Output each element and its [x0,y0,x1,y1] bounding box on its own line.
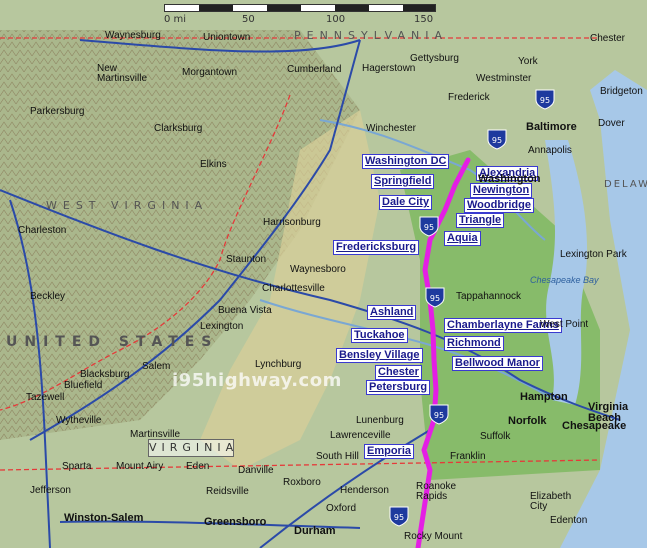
place-jefferson: Jefferson [30,485,71,496]
i95-link-richmond[interactable]: Richmond [444,336,504,351]
city-winston-salem: Winston-Salem [64,512,144,524]
place-roanoke-rapids: Roanoke Rapids [416,481,457,502]
city-hampton: Hampton [520,391,568,403]
place-danville: Danville [238,465,274,476]
city-chesapeake: Chesapeake [562,420,627,432]
city-baltimore: Baltimore [526,121,577,133]
place-sparta: Sparta [62,461,92,472]
place-lexington: Lexington [200,321,244,332]
i95-link-springfield[interactable]: Springfield [371,174,435,189]
place-franklin: Franklin [450,451,486,462]
map: 0 mi 50 100 150 PENNSYLVANIA WEST VIRGIN… [0,0,647,548]
place-parkersburg: Parkersburg [30,106,85,117]
place-winchester: Winchester [366,123,417,134]
place-lawrenceville: Lawrenceville [330,430,391,441]
i95-link-fredericksburg[interactable]: Fredericksburg [333,240,420,255]
scale-label-150: 150 [414,14,434,25]
place-chester: Chester [590,33,626,44]
place-beckley: Beckley [30,291,66,302]
place-henderson: Henderson [340,485,389,496]
place-lunenburg: Lunenburg [356,415,404,426]
scale-label-100: 100 [326,14,346,25]
i95-link-petersburg[interactable]: Petersburg [366,380,431,395]
i95-link-newington[interactable]: Newington [470,183,533,198]
place-reidsville: Reidsville [206,486,249,497]
place-martinsville: Martinsville [130,429,181,440]
svg-text:95: 95 [424,223,434,232]
i95-link-chester[interactable]: Chester [375,365,422,380]
state-delaware: DELAWA [604,179,647,190]
place-morgantown: Morgantown [182,67,238,78]
place-elizabeth-city: Elizabeth City [530,491,572,512]
place-hagerstown: Hagerstown [362,63,416,74]
place-suffolk: Suffolk [480,431,511,442]
place-charleston: Charleston [18,225,67,236]
place-lexington-park: Lexington Park [560,249,627,260]
place-annapolis: Annapolis [528,145,572,156]
svg-text:95: 95 [434,411,444,420]
place-westminster: Westminster [476,73,532,84]
place-salem: Salem [142,361,171,372]
svg-text:95: 95 [540,96,550,105]
i95-link-aquia[interactable]: Aquia [444,231,481,246]
place-oxford: Oxford [326,503,357,514]
i95-link-bellwood-manor[interactable]: Bellwood Manor [452,356,543,371]
place-clarksburg: Clarksburg [154,123,203,134]
i95-link-triangle[interactable]: Triangle [456,213,505,228]
state-pennsylvania: PENNSYLVANIA [294,29,449,42]
city-norfolk: Norfolk [508,415,547,427]
i95-link-bensley-village[interactable]: Bensley Village [336,348,423,363]
state-virginia-box: VIRGINIA [148,439,234,457]
i95-link-ashland[interactable]: Ashland [367,305,417,320]
state-west-virginia: WEST VIRGINIA [46,199,209,212]
svg-text:95: 95 [394,513,404,522]
i95-link-emporia[interactable]: Emporia [364,444,415,459]
i95-link-washington-dc[interactable]: Washington DC [362,154,450,169]
city-greensboro: Greensboro [204,516,267,528]
scale-label-50: 50 [242,14,255,25]
place-charlottesville: Charlottesville [262,283,325,294]
place-roxboro: Roxboro [283,477,321,488]
city-durham: Durham [294,525,336,537]
city-washington: Washington [478,173,541,185]
i95-link-tuckahoe[interactable]: Tuckahoe [351,328,408,343]
state-virginia: VIRGINIA [149,441,239,454]
svg-text:95: 95 [492,136,502,145]
place-uniontown: Uniontown [203,32,251,43]
place-bluefield: Bluefield [64,380,103,391]
scale-label-0: 0 mi [164,14,187,25]
place-rocky-mount: Rocky Mount [404,531,463,542]
place-blacksburg: Blacksburg [80,369,130,380]
place-waynesboro: Waynesboro [290,264,346,275]
place-south-hill: South Hill [316,451,359,462]
place-new-martinsville: New Martinsville [97,63,148,84]
place-lynchburg: Lynchburg [255,359,302,370]
place-york: York [518,56,538,67]
place-elkins: Elkins [200,159,227,170]
place-mount-airy: Mount Airy [116,461,164,472]
i95-link-dale-city[interactable]: Dale City [379,195,433,210]
place-cumberland: Cumberland [287,64,342,75]
chesapeake-bay-label: Chesapeake Bay [530,275,599,285]
place-tappahannock: Tappahannock [456,291,522,302]
scale-bar: 0 mi 50 100 150 [164,4,436,28]
place-wytheville: Wytheville [56,415,102,426]
place-gettysburg: Gettysburg [410,53,459,64]
place-frederick: Frederick [448,92,490,103]
place-west-point: West Point [540,319,589,330]
place-waynesburg: Waynesburg [105,30,161,41]
place-eden: Eden [186,461,210,472]
i95-link-woodbridge[interactable]: Woodbridge [464,198,534,213]
place-bridgeton: Bridgeton [600,86,643,97]
state-united-states: UNITED STATES [6,334,219,350]
watermark: i95highway.com [172,370,342,391]
svg-text:95: 95 [430,294,440,303]
place-harrisonburg: Harrisonburg [263,217,321,228]
scale-bar-graphic [164,4,436,12]
place-buena-vista: Buena Vista [218,305,272,316]
place-dover: Dover [598,118,625,129]
place-staunton: Staunton [226,254,267,265]
place-tazewell: Tazewell [26,392,65,403]
place-edenton: Edenton [550,515,588,526]
